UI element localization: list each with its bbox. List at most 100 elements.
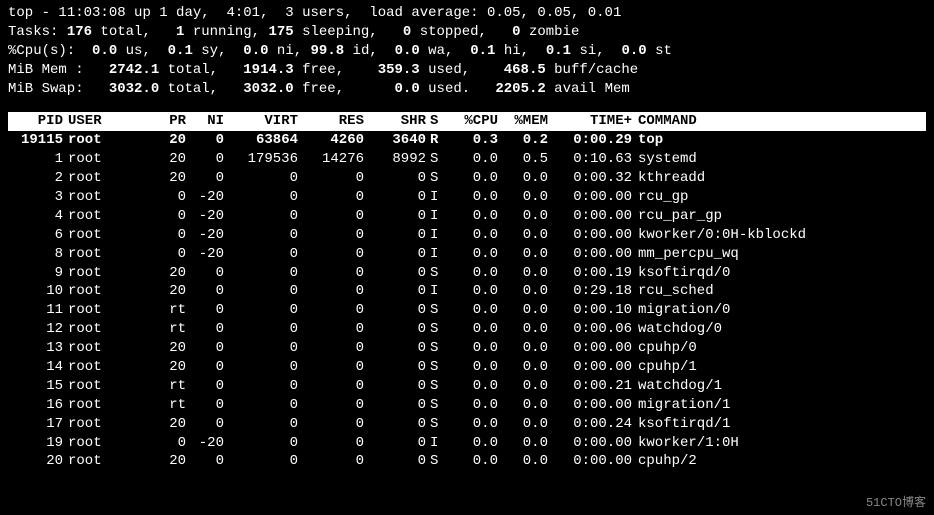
cell-time: 0:00.00 xyxy=(548,434,632,453)
cell-shr: 0 xyxy=(364,282,426,301)
cell-cmd: watchdog/1 xyxy=(632,377,926,396)
cell-cmd: systemd xyxy=(632,150,926,169)
cell-shr: 0 xyxy=(364,264,426,283)
cell-time: 0:00.21 xyxy=(548,377,632,396)
cell-virt: 179536 xyxy=(224,150,298,169)
cell-s: S xyxy=(426,320,448,339)
cell-cmd: rcu_sched xyxy=(632,282,926,301)
col-mem: %MEM xyxy=(498,112,548,131)
cell-user: root xyxy=(63,452,130,471)
cell-time: 0:00.24 xyxy=(548,415,632,434)
cell-pid: 8 xyxy=(8,245,63,264)
cell-ni: 0 xyxy=(186,264,224,283)
cell-virt: 0 xyxy=(224,188,298,207)
cell-s: S xyxy=(426,339,448,358)
cell-res: 0 xyxy=(298,282,364,301)
cell-pid: 17 xyxy=(8,415,63,434)
cell-res: 0 xyxy=(298,320,364,339)
cell-pid: 9 xyxy=(8,264,63,283)
cell-pid: 20 xyxy=(8,452,63,471)
cell-user: root xyxy=(63,415,130,434)
cell-virt: 0 xyxy=(224,282,298,301)
cell-user: root xyxy=(63,320,130,339)
cell-shr: 3640 xyxy=(364,131,426,150)
cell-mem: 0.0 xyxy=(498,415,548,434)
cell-mem: 0.0 xyxy=(498,339,548,358)
cell-time: 0:10.63 xyxy=(548,150,632,169)
cell-shr: 0 xyxy=(364,415,426,434)
cell-virt: 63864 xyxy=(224,131,298,150)
cell-shr: 0 xyxy=(364,339,426,358)
cell-s: S xyxy=(426,301,448,320)
cell-ni: -20 xyxy=(186,226,224,245)
cell-res: 0 xyxy=(298,339,364,358)
summary-swap: MiB Swap: 3032.0 total, 3032.0 free, 0.0… xyxy=(8,80,926,99)
cell-time: 0:00.00 xyxy=(548,207,632,226)
cell-s: I xyxy=(426,245,448,264)
cell-pid: 10 xyxy=(8,282,63,301)
cell-pr: rt xyxy=(130,320,186,339)
col-res: RES xyxy=(298,112,364,131)
col-shr: SHR xyxy=(364,112,426,131)
cell-cpu: 0.0 xyxy=(448,245,498,264)
cell-pr: 0 xyxy=(130,434,186,453)
table-row: 20root200000S0.00.00:00.00cpuhp/2 xyxy=(8,452,926,471)
cell-pr: rt xyxy=(130,377,186,396)
summary-line-1: top - 11:03:08 up 1 day, 4:01, 3 users, … xyxy=(8,4,926,23)
cell-shr: 0 xyxy=(364,226,426,245)
cell-ni: -20 xyxy=(186,245,224,264)
cell-pr: 20 xyxy=(130,150,186,169)
cell-time: 0:00.00 xyxy=(548,188,632,207)
cell-pr: 0 xyxy=(130,188,186,207)
cell-s: S xyxy=(426,358,448,377)
cell-mem: 0.5 xyxy=(498,150,548,169)
cell-pr: 20 xyxy=(130,131,186,150)
cell-cpu: 0.0 xyxy=(448,188,498,207)
table-row: 8root0-20000I0.00.00:00.00mm_percpu_wq xyxy=(8,245,926,264)
cell-user: root xyxy=(63,245,130,264)
cell-s: S xyxy=(426,150,448,169)
cell-res: 0 xyxy=(298,415,364,434)
cell-cmd: cpuhp/2 xyxy=(632,452,926,471)
cell-ni: -20 xyxy=(186,188,224,207)
cell-shr: 0 xyxy=(364,188,426,207)
cell-user: root xyxy=(63,188,130,207)
cell-cpu: 0.0 xyxy=(448,452,498,471)
cell-virt: 0 xyxy=(224,301,298,320)
cell-cpu: 0.3 xyxy=(448,131,498,150)
cell-ni: 0 xyxy=(186,358,224,377)
cell-res: 0 xyxy=(298,396,364,415)
table-row: 11rootrt0000S0.00.00:00.10migration/0 xyxy=(8,301,926,320)
cell-pr: 20 xyxy=(130,452,186,471)
cell-s: I xyxy=(426,188,448,207)
cell-s: S xyxy=(426,415,448,434)
col-ni: NI xyxy=(186,112,224,131)
cell-virt: 0 xyxy=(224,452,298,471)
summary-mem: MiB Mem : 2742.1 total, 1914.3 free, 359… xyxy=(8,61,926,80)
cell-pid: 15 xyxy=(8,377,63,396)
cell-pr: 20 xyxy=(130,358,186,377)
cell-cpu: 0.0 xyxy=(448,207,498,226)
cell-virt: 0 xyxy=(224,320,298,339)
col-s: S xyxy=(426,112,448,131)
cell-s: S xyxy=(426,264,448,283)
cell-time: 0:00.00 xyxy=(548,339,632,358)
cell-user: root xyxy=(63,396,130,415)
cell-virt: 0 xyxy=(224,339,298,358)
cell-ni: 0 xyxy=(186,131,224,150)
col-pid: PID xyxy=(8,112,63,131)
cell-ni: -20 xyxy=(186,434,224,453)
cell-cmd: watchdog/0 xyxy=(632,320,926,339)
cell-time: 0:00.00 xyxy=(548,396,632,415)
col-cpu: %CPU xyxy=(448,112,498,131)
cell-ni: 0 xyxy=(186,320,224,339)
cell-cmd: cpuhp/1 xyxy=(632,358,926,377)
cell-cpu: 0.0 xyxy=(448,301,498,320)
cell-virt: 0 xyxy=(224,207,298,226)
cell-pr: 0 xyxy=(130,226,186,245)
cell-shr: 8992 xyxy=(364,150,426,169)
table-row: 19115root2006386442603640R0.30.20:00.29t… xyxy=(8,131,926,150)
cell-s: S xyxy=(426,377,448,396)
cell-virt: 0 xyxy=(224,226,298,245)
cell-user: root xyxy=(63,264,130,283)
